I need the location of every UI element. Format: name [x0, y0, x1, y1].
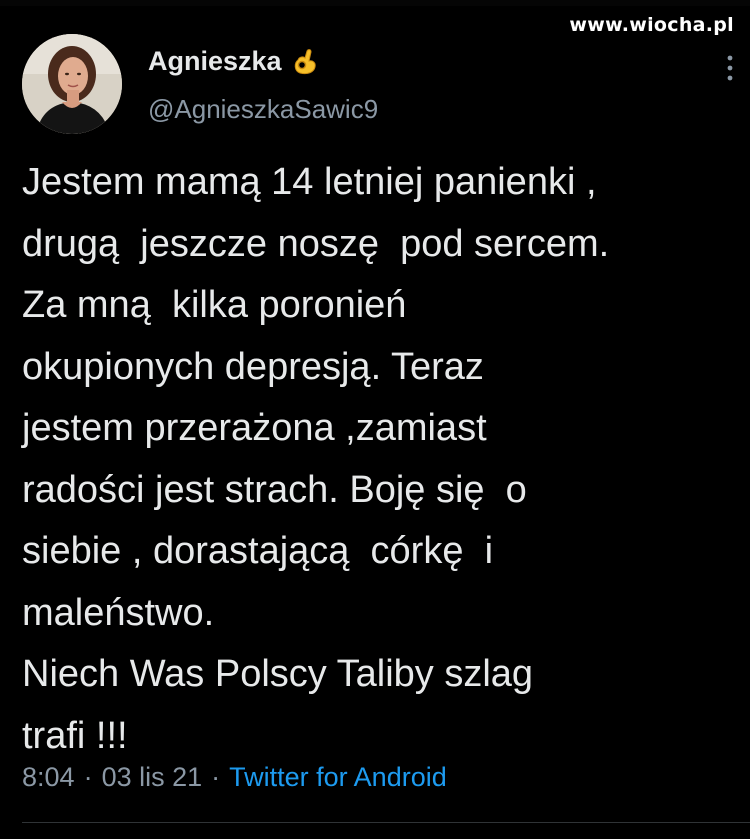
previous-tweet-edge	[0, 0, 750, 6]
tweet-meta: 8:04 · 03 lis 21 · Twitter for Android	[22, 762, 447, 793]
avatar[interactable]	[22, 34, 122, 134]
ok-hand-emoji-icon	[290, 47, 320, 77]
tweet-time[interactable]: 8:04	[22, 762, 75, 793]
author-display-name[interactable]: Agnieszka	[148, 46, 282, 77]
avatar-photo-icon	[22, 34, 122, 134]
watermark: www.wiocha.pl	[569, 14, 734, 36]
meta-separator: ·	[83, 762, 93, 792]
more-options-icon[interactable]	[724, 52, 736, 84]
divider	[22, 822, 750, 823]
author-display-name-row[interactable]: Agnieszka	[148, 46, 320, 77]
tweet-date[interactable]: 03 lis 21	[102, 762, 203, 793]
tweet-source-link[interactable]: Twitter for Android	[229, 762, 447, 793]
author-handle[interactable]: @AgnieszkaSawic9	[148, 94, 378, 125]
meta-separator: ·	[211, 762, 221, 792]
tweet-text: Jestem mamą 14 letniej panienki , drugą …	[22, 161, 610, 757]
